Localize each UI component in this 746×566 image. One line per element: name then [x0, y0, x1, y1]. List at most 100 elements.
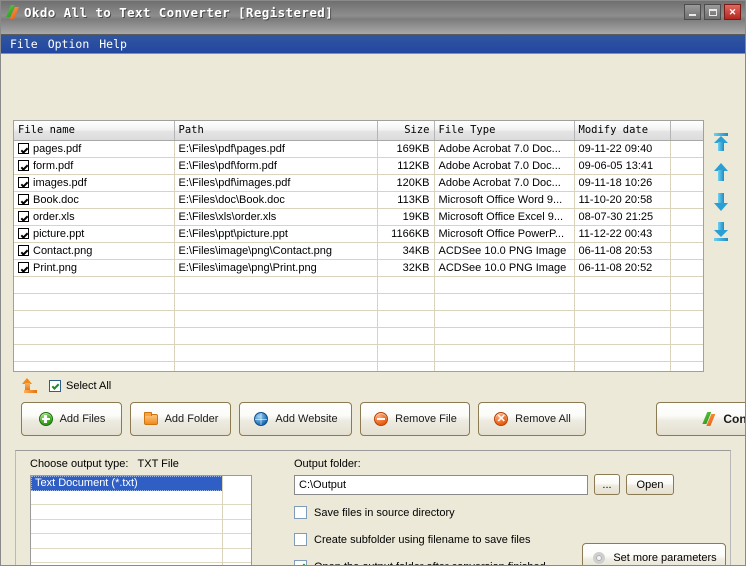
cell-modify-date: 11-10-20 20:58: [574, 191, 670, 208]
cell-empty: [377, 344, 434, 361]
row-checkbox[interactable]: [18, 262, 29, 273]
cell-file-name: images.pdf: [14, 174, 174, 191]
table-row[interactable]: form.pdfE:\Files\pdf\form.pdf112KBAdobe …: [14, 157, 703, 174]
cell-empty: [377, 293, 434, 310]
column-header-path[interactable]: Path: [174, 121, 377, 140]
menu-item-option[interactable]: Option: [45, 36, 97, 52]
cell-empty: [670, 310, 703, 327]
cell-empty: [14, 344, 174, 361]
set-more-parameters-label: Set more parameters: [613, 552, 716, 564]
column-header-size[interactable]: Size: [377, 121, 434, 140]
menu-item-help[interactable]: Help: [96, 36, 134, 52]
column-header-modify-date[interactable]: Modify date: [574, 121, 670, 140]
add-website-button[interactable]: Add Website: [239, 402, 352, 436]
file-name-text: images.pdf: [33, 177, 87, 189]
maximize-button[interactable]: [704, 4, 721, 20]
row-checkbox[interactable]: [18, 228, 29, 239]
orange-up-arrow-icon[interactable]: [21, 378, 39, 394]
cell-empty: [574, 361, 670, 372]
create-subfolder-label: Create subfolder using filename to save …: [314, 534, 530, 546]
cell-empty: [377, 361, 434, 372]
table-row[interactable]: Book.docE:\Files\doc\Book.doc113KBMicros…: [14, 191, 703, 208]
app-swoosh-icon: [5, 4, 21, 20]
menu-item-file[interactable]: File: [7, 36, 45, 52]
cell-modify-date: 08-07-30 21:25: [574, 208, 670, 225]
file-list[interactable]: File name Path Size File Type Modify dat…: [13, 120, 704, 372]
green-plus-circle-icon: [38, 411, 54, 427]
cell-file-name: form.pdf: [14, 157, 174, 174]
remove-all-button[interactable]: ✕ Remove All: [478, 402, 586, 436]
set-more-parameters-button[interactable]: Set more parameters: [582, 543, 726, 566]
table-row[interactable]: Print.pngE:\Files\image\png\Print.png32K…: [14, 259, 703, 276]
output-type-option-empty: [31, 505, 251, 520]
reorder-arrow-group: [707, 132, 735, 262]
cell-size: 34KB: [377, 242, 434, 259]
add-folder-button[interactable]: Add Folder: [130, 402, 231, 436]
remove-file-button[interactable]: Remove File: [360, 402, 470, 436]
cell-empty: [574, 344, 670, 361]
cell-file-name: pages.pdf: [14, 140, 174, 157]
table-row[interactable]: picture.pptE:\Files\ppt\picture.ppt1166K…: [14, 225, 703, 242]
choose-output-type-text: Choose output type:: [30, 458, 128, 470]
output-folder-input[interactable]: [294, 475, 588, 495]
cell-size: 113KB: [377, 191, 434, 208]
table-row-empty: [14, 293, 703, 310]
open-output-folder-box: [294, 560, 307, 566]
move-to-bottom-icon[interactable]: [711, 222, 731, 242]
open-output-folder-checkbox[interactable]: Open the output folder after conversion …: [294, 560, 546, 566]
add-files-button[interactable]: Add Files: [21, 402, 122, 436]
choose-output-type-label: Choose output type: TXT File: [30, 458, 179, 470]
convert-button[interactable]: Convert: [656, 402, 746, 436]
table-row[interactable]: pages.pdfE:\Files\pdf\pages.pdf169KBAdob…: [14, 140, 703, 157]
column-header-extra[interactable]: [670, 121, 703, 140]
close-icon[interactable]: ✕: [724, 4, 741, 20]
menu-bar: File Option Help: [1, 35, 745, 54]
minimize-button[interactable]: [684, 4, 701, 20]
move-down-icon[interactable]: [711, 192, 731, 212]
output-type-option-empty: [31, 549, 251, 564]
column-header-file-type[interactable]: File Type: [434, 121, 574, 140]
save-in-source-directory-checkbox[interactable]: Save files in source directory: [294, 506, 455, 519]
row-checkbox[interactable]: [18, 143, 29, 154]
table-row[interactable]: order.xlsE:\Files\xls\order.xls19KBMicro…: [14, 208, 703, 225]
row-checkbox[interactable]: [18, 245, 29, 256]
remove-file-label: Remove File: [395, 413, 457, 425]
cell-modify-date: 06-11-08 20:52: [574, 259, 670, 276]
convert-swoosh-icon: [701, 411, 717, 427]
orange-x-circle-icon: ✕: [493, 411, 509, 427]
output-type-option-selected[interactable]: Text Document (*.txt): [31, 476, 223, 491]
table-row-empty: [14, 310, 703, 327]
row-checkbox[interactable]: [18, 194, 29, 205]
cell-path: E:\Files\pdf\form.pdf: [174, 157, 377, 174]
row-checkbox[interactable]: [18, 211, 29, 222]
cell-empty: [670, 293, 703, 310]
table-row[interactable]: images.pdfE:\Files\pdf\images.pdf120KBAd…: [14, 174, 703, 191]
open-output-folder-label: Open the output folder after conversion …: [314, 561, 546, 566]
output-type-listbox[interactable]: Text Document (*.txt): [30, 475, 252, 566]
cell-modify-date: 11-12-22 00:43: [574, 225, 670, 242]
row-checkbox[interactable]: [18, 177, 29, 188]
table-row[interactable]: Contact.pngE:\Files\image\png\Contact.pn…: [14, 242, 703, 259]
cell-extra: [670, 157, 703, 174]
select-all-checkbox[interactable]: Select All: [49, 380, 111, 392]
browse-folder-button[interactable]: ...: [594, 474, 620, 495]
cell-path: E:\Files\image\png\Print.png: [174, 259, 377, 276]
select-all-row: Select All: [21, 378, 111, 394]
move-to-top-icon[interactable]: [711, 132, 731, 152]
cell-path: E:\Files\pdf\pages.pdf: [174, 140, 377, 157]
column-header-file-name[interactable]: File name: [14, 121, 174, 140]
move-up-icon[interactable]: [711, 162, 731, 182]
table-row-empty: [14, 327, 703, 344]
open-folder-button[interactable]: Open: [626, 474, 674, 495]
file-name-text: picture.ppt: [33, 228, 84, 240]
cell-empty: [377, 276, 434, 293]
create-subfolder-checkbox[interactable]: Create subfolder using filename to save …: [294, 533, 530, 546]
add-folder-label: Add Folder: [165, 413, 219, 425]
output-settings-panel: Choose output type: TXT File Text Docume…: [15, 450, 731, 566]
cell-modify-date: 09-11-18 10:26: [574, 174, 670, 191]
row-checkbox[interactable]: [18, 160, 29, 171]
convert-label: Convert: [723, 412, 746, 426]
cell-empty: [14, 293, 174, 310]
table-row-empty: [14, 344, 703, 361]
cell-empty: [670, 361, 703, 372]
